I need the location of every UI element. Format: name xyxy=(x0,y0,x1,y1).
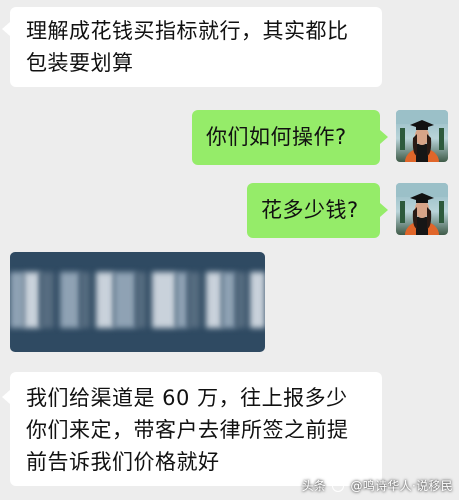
outgoing-message-bubble[interactable]: 你们如何操作? xyxy=(192,110,380,165)
blurred-block xyxy=(10,272,24,328)
message-text: 你们如何操作? xyxy=(206,125,347,149)
incoming-message-bubble[interactable]: 理解成花钱买指标就行，其实都比 包装要划算 xyxy=(10,7,382,87)
blurred-link-card[interactable] xyxy=(10,252,265,352)
message-text-line: 理解成花钱买指标就行，其实都比 xyxy=(26,19,349,43)
bubble-tail xyxy=(380,130,388,144)
graduate-avatar-icon xyxy=(396,110,448,162)
watermark-name: @鸣诗华人·说移民 xyxy=(350,479,453,493)
blurred-block xyxy=(222,272,236,328)
bubble-tail xyxy=(2,22,10,36)
blurred-block xyxy=(96,272,114,328)
blurred-block xyxy=(152,272,176,328)
watermark-prefix: 头条 xyxy=(301,479,327,493)
user-avatar[interactable] xyxy=(396,110,448,162)
incoming-message-bubble[interactable]: 我们给渠道是 60 万，往上报多少 你们来定，带客户去律所签之前提 前告诉我们价… xyxy=(10,372,382,486)
graduate-avatar-icon xyxy=(396,183,448,235)
message-text: 花多少钱? xyxy=(261,198,359,222)
message-text-line: 前告诉我们价格就好 xyxy=(26,450,220,474)
blurred-block xyxy=(176,272,188,328)
blurred-block xyxy=(114,272,136,328)
message-text-line: 包装要划算 xyxy=(26,51,134,75)
user-avatar[interactable] xyxy=(396,183,448,235)
blurred-block xyxy=(24,272,40,328)
outgoing-message-bubble[interactable]: 花多少钱? xyxy=(247,183,380,238)
blurred-block xyxy=(188,272,200,328)
blurred-block xyxy=(206,272,222,328)
bubble-tail xyxy=(2,390,10,404)
blurred-block xyxy=(236,272,246,328)
message-text-line: 你们来定，带客户去律所签之前提 xyxy=(26,418,349,442)
message-text-line: 我们给渠道是 60 万，往上报多少 xyxy=(26,386,348,410)
bubble-tail xyxy=(380,203,388,217)
watermark: 头条 @鸣诗华人·说移民 xyxy=(302,477,453,494)
blurred-block xyxy=(60,272,80,328)
blurred-block xyxy=(136,272,146,328)
blurred-block xyxy=(250,272,265,328)
watermark-logo-icon xyxy=(332,480,345,492)
blurred-block xyxy=(40,272,54,328)
blurred-block xyxy=(80,272,90,328)
